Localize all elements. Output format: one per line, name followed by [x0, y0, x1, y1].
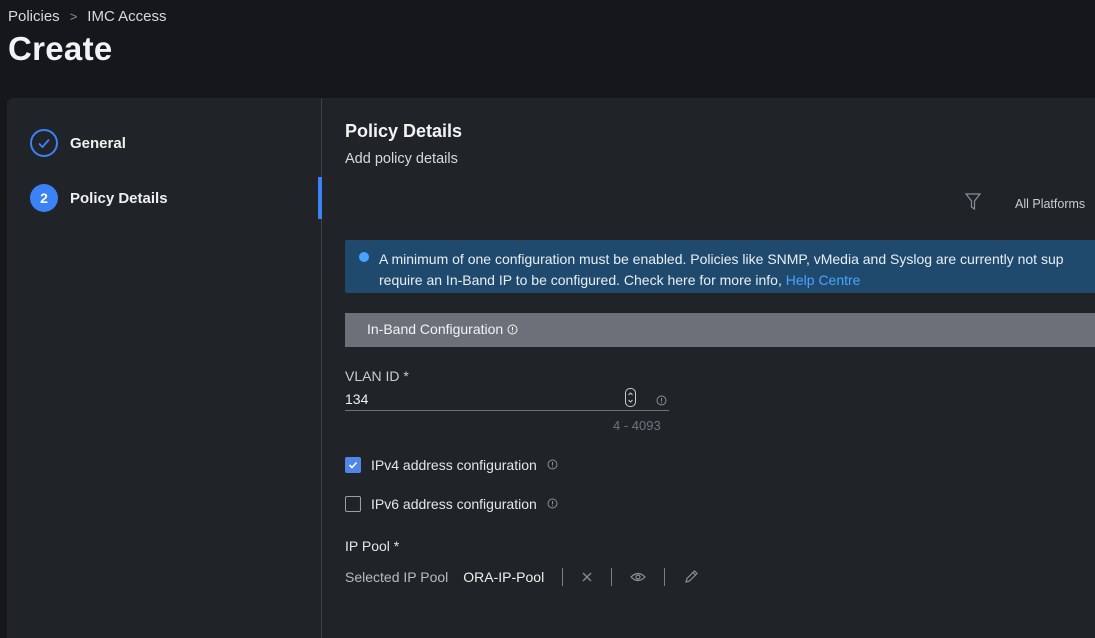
inband-configuration-header[interactable]: In-Band Configuration: [345, 313, 1095, 347]
info-icon[interactable]: [656, 393, 667, 411]
check-icon: [30, 129, 58, 157]
vlan-id-label: VLAN ID *: [345, 368, 409, 384]
wizard-steps: General 2 Policy Details: [7, 98, 321, 638]
step-policy-details[interactable]: 2 Policy Details: [30, 184, 168, 212]
divider: [664, 568, 666, 586]
vlan-id-input[interactable]: 134: [345, 388, 669, 411]
info-banner-text: A minimum of one configuration must be e…: [379, 249, 1064, 291]
selected-ip-pool-value: ORA-IP-Pool: [463, 569, 545, 585]
ipv4-checkbox[interactable]: [345, 457, 361, 473]
ipv6-checkbox[interactable]: [345, 496, 361, 512]
edit-pencil-icon[interactable]: [683, 569, 699, 585]
section-subtitle: Add policy details: [345, 151, 458, 167]
filter-icon[interactable]: [964, 193, 982, 216]
vlan-id-value[interactable]: 134: [345, 391, 368, 407]
step-label: Policy Details: [70, 189, 168, 207]
info-icon[interactable]: [547, 457, 558, 473]
info-icon: [359, 252, 369, 262]
divider: [562, 568, 564, 586]
breadcrumb-separator: >: [69, 9, 78, 24]
info-icon[interactable]: [547, 496, 558, 512]
info-banner: A minimum of one configuration must be e…: [345, 240, 1095, 293]
help-centre-link[interactable]: Help Centre: [786, 272, 861, 288]
section-header-label: In-Band Configuration: [367, 321, 518, 337]
active-step-indicator: [318, 177, 322, 219]
ipv4-config-row[interactable]: IPv4 address configuration: [345, 457, 558, 473]
ipv6-config-row[interactable]: IPv6 address configuration: [345, 496, 558, 512]
number-stepper[interactable]: [625, 388, 636, 407]
step-general[interactable]: General: [30, 129, 126, 157]
info-line-2: require an In-Band IP to be configured. …: [379, 272, 861, 288]
ip-pool-selection: Selected IP Pool ORA-IP-Pool: [345, 568, 699, 586]
wizard-panel: General 2 Policy Details Policy Details …: [7, 98, 1095, 638]
close-icon[interactable]: [581, 571, 593, 583]
page-title: Create: [8, 30, 113, 67]
breadcrumb: Policies > IMC Access: [8, 8, 166, 25]
eye-icon[interactable]: [630, 571, 647, 583]
step-label: General: [70, 134, 126, 152]
divider: [611, 568, 613, 586]
ipv6-label: IPv6 address configuration: [371, 496, 537, 512]
platform-filter-label[interactable]: All Platforms: [1015, 197, 1085, 211]
vlan-range-hint: 4 - 4093: [613, 418, 661, 433]
ip-pool-label: IP Pool *: [345, 538, 400, 554]
step-number-badge: 2: [30, 184, 58, 212]
section-title: Policy Details: [345, 121, 463, 141]
policy-details-form: Policy Details Add policy details All Pl…: [345, 98, 1095, 638]
breadcrumb-current: IMC Access: [87, 8, 167, 25]
info-icon[interactable]: [507, 321, 518, 337]
breadcrumb-policies-link[interactable]: Policies: [8, 8, 60, 25]
ipv4-label: IPv4 address configuration: [371, 457, 537, 473]
info-line-1: A minimum of one configuration must be e…: [379, 251, 1064, 267]
selected-ip-pool-caption: Selected IP Pool: [345, 569, 449, 585]
